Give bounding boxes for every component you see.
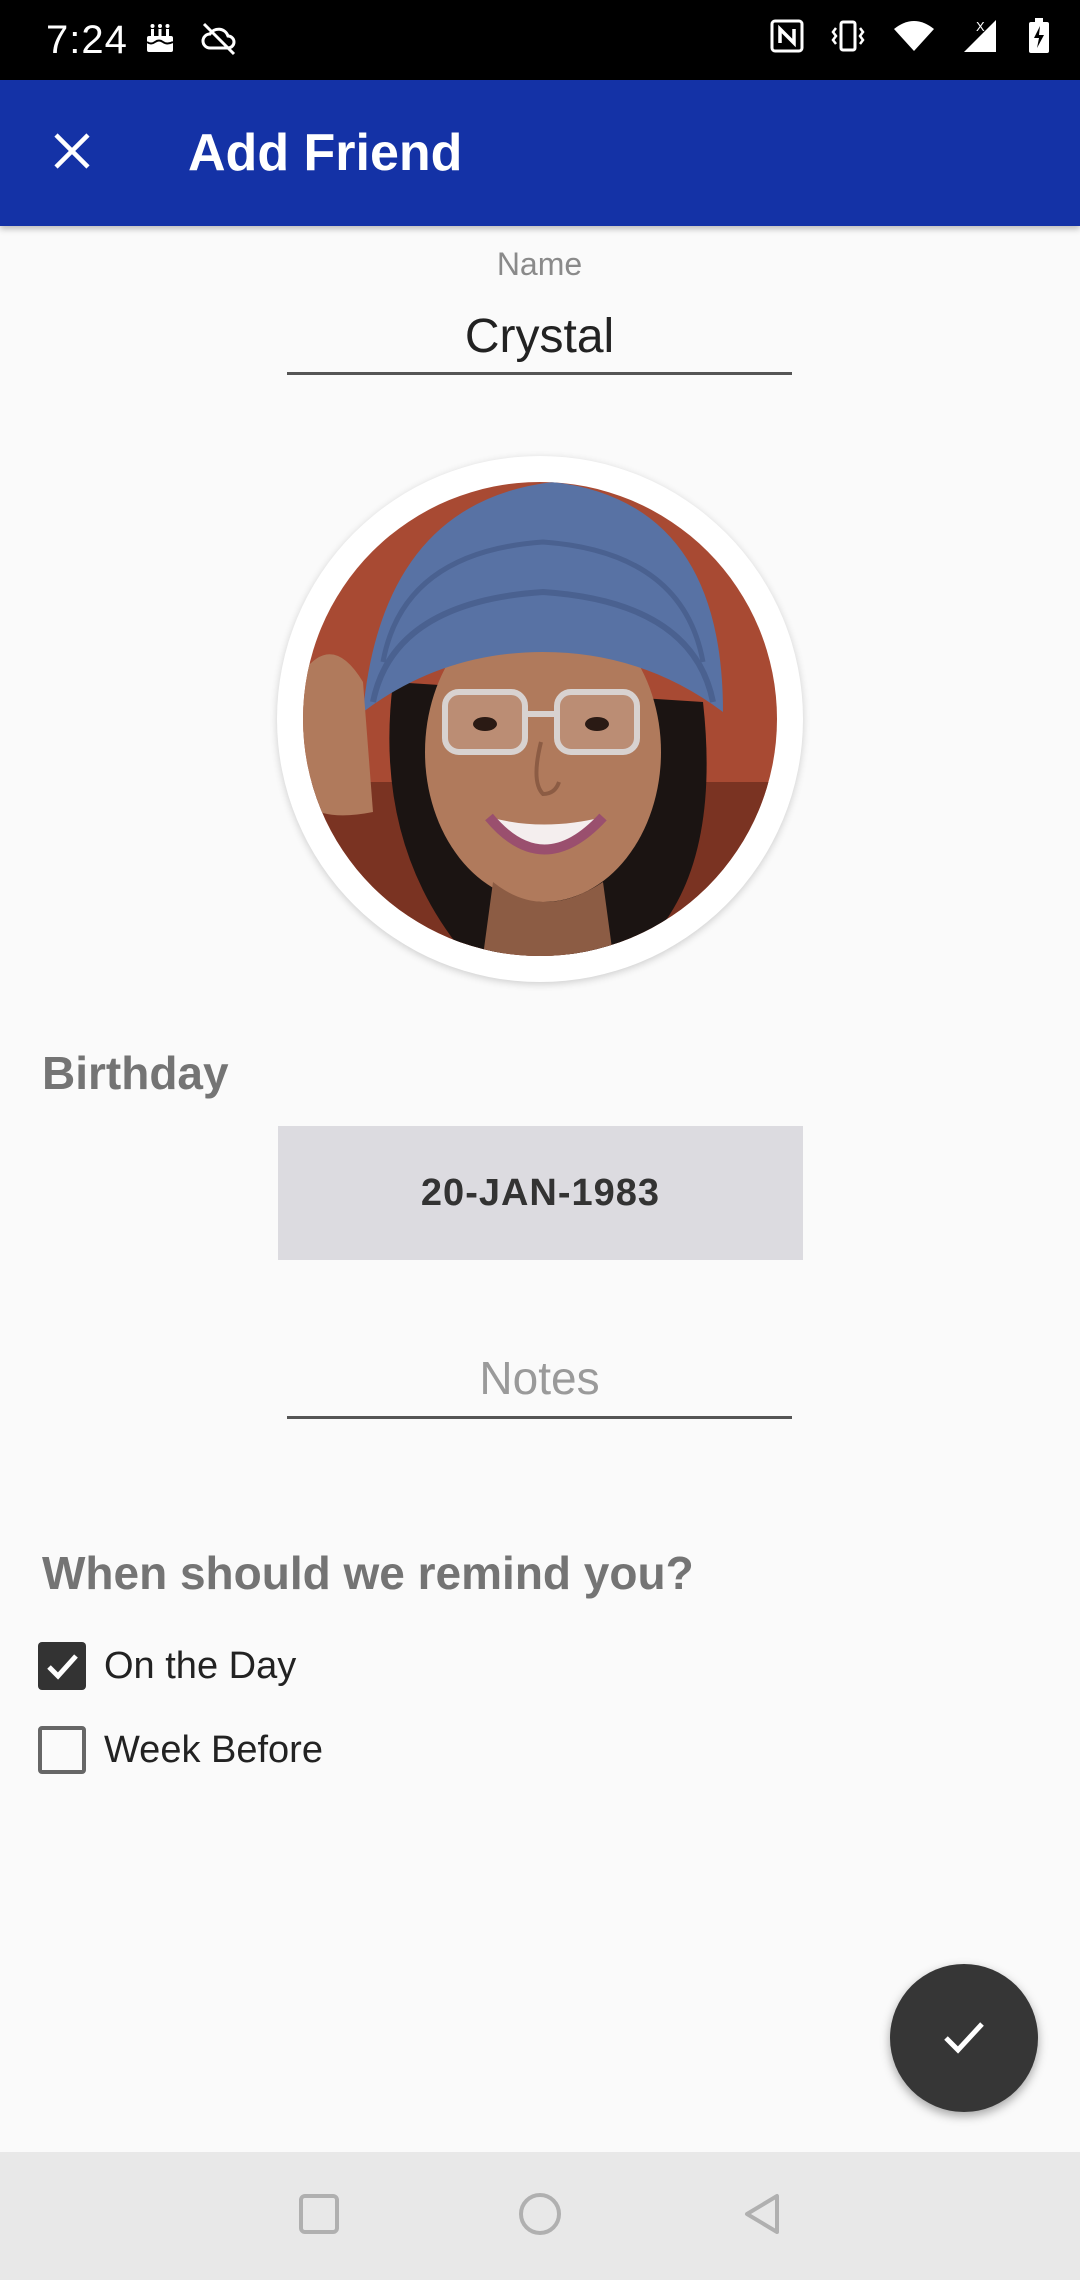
status-bar: 7:24 X — [0, 0, 1080, 80]
save-fab-button[interactable] — [890, 1964, 1038, 2112]
status-left-icons — [142, 20, 238, 56]
nfc-icon — [770, 19, 804, 53]
birthday-date-button[interactable]: 20-JAN-1983 — [278, 1126, 803, 1260]
wifi-icon — [892, 19, 936, 53]
system-nav-bar — [0, 2152, 1080, 2280]
reminder-week-before-option[interactable]: Week Before — [38, 1726, 323, 1774]
birthday-heading: Birthday — [42, 1047, 229, 1099]
close-icon — [52, 131, 92, 176]
recents-button[interactable] — [289, 2186, 349, 2246]
status-right-icons: X — [770, 18, 1050, 54]
app-bar: Add Friend — [0, 80, 1080, 226]
vibrate-icon — [830, 19, 866, 53]
home-circle-icon — [517, 2191, 563, 2242]
reminder-heading: When should we remind you? — [42, 1547, 694, 1599]
week-before-label: Week Before — [104, 1728, 323, 1771]
home-button[interactable] — [510, 2186, 570, 2246]
back-triangle-icon — [741, 2192, 785, 2241]
name-field[interactable] — [287, 300, 792, 375]
cake-notification-icon — [142, 20, 178, 56]
svg-text:X: X — [976, 19, 985, 34]
week-before-checkbox[interactable] — [38, 1726, 86, 1774]
battery-charging-icon — [1028, 18, 1050, 54]
recents-square-icon — [297, 2192, 341, 2241]
on-the-day-checkbox[interactable] — [38, 1642, 86, 1690]
cloud-off-icon — [200, 20, 238, 56]
profile-photo — [303, 482, 777, 956]
close-button[interactable] — [36, 117, 108, 189]
status-time: 7:24 — [46, 18, 128, 62]
check-mark-icon — [47, 1654, 78, 1680]
on-the-day-label: On the Day — [104, 1644, 297, 1687]
name-label: Name — [496, 246, 583, 282]
page-title: Add Friend — [188, 124, 463, 182]
avatar[interactable] — [277, 456, 803, 982]
check-icon — [936, 2008, 992, 2069]
back-button[interactable] — [733, 2186, 793, 2246]
notes-field[interactable] — [287, 1340, 792, 1419]
reminder-on-the-day-option[interactable]: On the Day — [38, 1642, 296, 1690]
signal-icon: X — [962, 18, 1002, 54]
